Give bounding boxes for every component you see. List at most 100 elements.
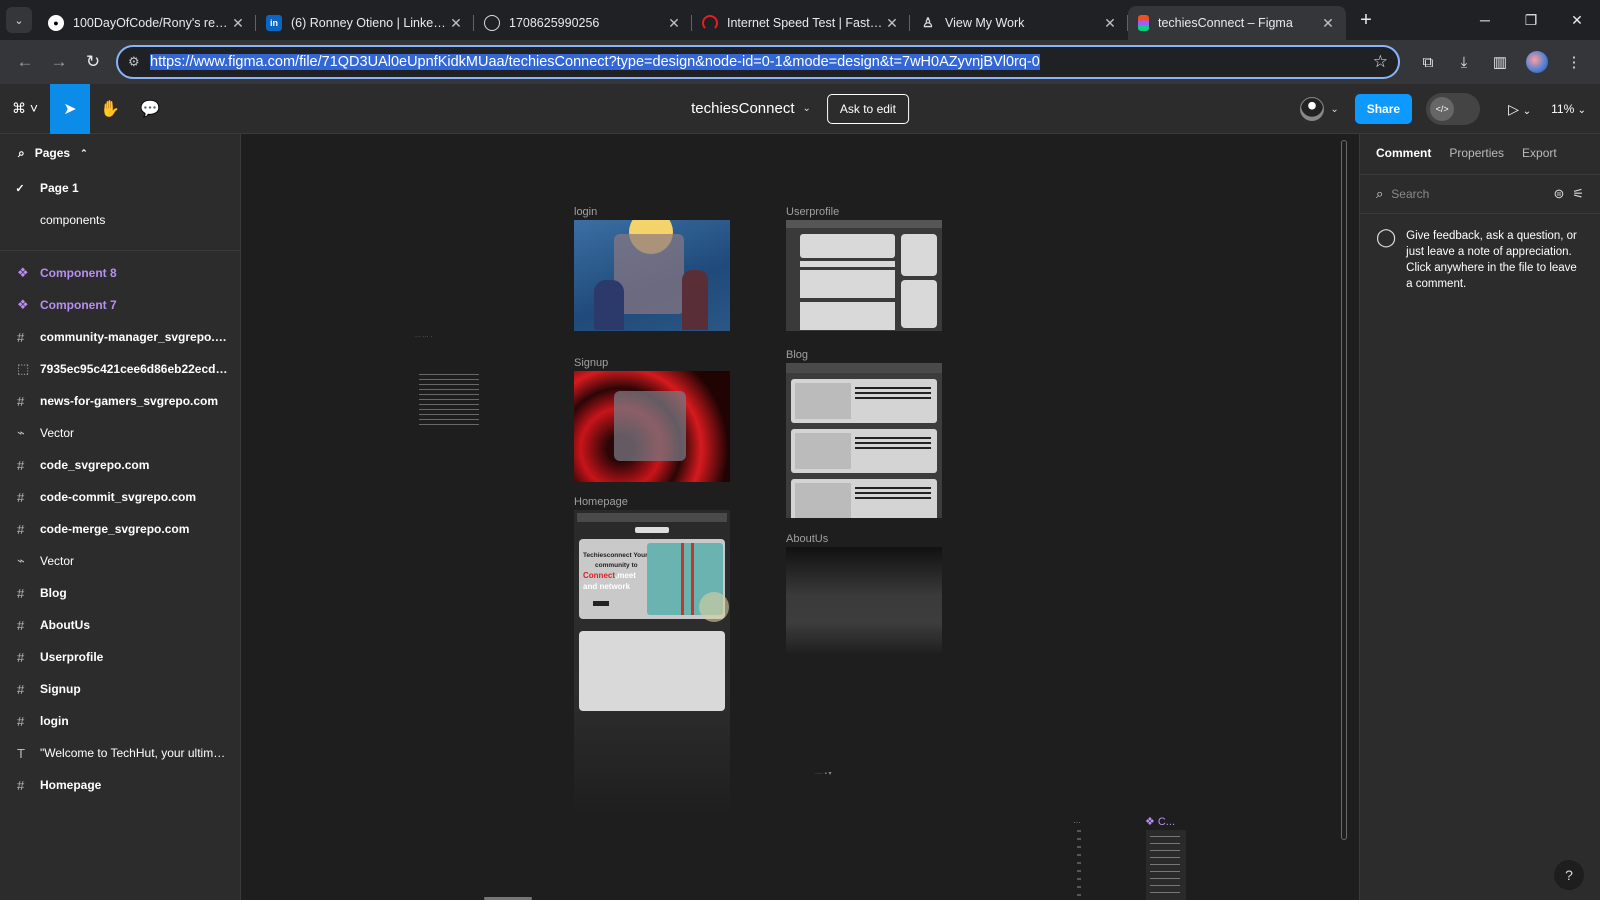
- comment-tool-icon[interactable]: 💬: [130, 84, 170, 134]
- layer-item[interactable]: # Userprofile: [0, 641, 240, 673]
- layer-item[interactable]: # Signup: [0, 673, 240, 705]
- close-icon[interactable]: ✕: [448, 15, 464, 32]
- frame-component[interactable]: [1146, 830, 1186, 900]
- ask-to-edit-button[interactable]: Ask to edit: [826, 93, 909, 124]
- frame-aboutus[interactable]: [786, 547, 942, 655]
- layer-item[interactable]: # code-merge_svgrepo.com: [0, 513, 240, 545]
- settings-sliders-icon[interactable]: ⚟: [1572, 186, 1584, 202]
- chevron-down-icon[interactable]: ⌄: [1330, 104, 1338, 115]
- layer-name: Blog: [40, 586, 67, 600]
- browser-tab-active[interactable]: techiesConnect – Figma ✕: [1128, 6, 1346, 40]
- layer-item[interactable]: # login: [0, 705, 240, 737]
- page-item[interactable]: components: [0, 204, 240, 236]
- close-icon[interactable]: ✕: [1320, 15, 1336, 32]
- layer-item[interactable]: # Homepage: [0, 769, 240, 801]
- close-icon[interactable]: ✕: [230, 15, 246, 32]
- forward-icon[interactable]: →: [42, 45, 76, 79]
- hand-tool-icon[interactable]: ✋: [90, 84, 130, 134]
- frame-icon: #: [17, 489, 25, 505]
- layer-item[interactable]: # community-manager_svgrepo.com: [0, 321, 240, 353]
- frame-blog[interactable]: [786, 363, 942, 518]
- layer-item[interactable]: # code-commit_svgrepo.com: [0, 481, 240, 513]
- figma-main-menu-icon[interactable]: ⌘ ˅: [0, 84, 50, 134]
- extensions-icon[interactable]: ⧉: [1410, 45, 1446, 79]
- back-icon[interactable]: ←: [8, 45, 42, 79]
- dev-mode-toggle[interactable]: </>: [1426, 93, 1481, 125]
- side-panel-icon[interactable]: ▥: [1482, 45, 1518, 79]
- browser-tab[interactable]: 1708625990256 ✕: [474, 6, 692, 40]
- kebab-menu-icon[interactable]: ⋮: [1556, 45, 1592, 79]
- layer-item[interactable]: # news-for-gamers_svgrepo.com: [0, 385, 240, 417]
- layer-item[interactable]: ❖ Component 7: [0, 289, 240, 321]
- filter-icon[interactable]: ⊜: [1553, 186, 1564, 202]
- close-window-icon[interactable]: ✕: [1554, 0, 1600, 40]
- browser-tab[interactable]: ♙ View My Work ✕: [910, 6, 1128, 40]
- bookmark-star-icon[interactable]: ☆: [1373, 52, 1388, 72]
- frame-login[interactable]: [574, 220, 730, 331]
- pages-label: Pages: [34, 146, 71, 160]
- chevron-up-icon[interactable]: ⌃: [80, 148, 88, 159]
- browser-tab[interactable]: ● 100DayOfCode/Rony's restau ✕: [38, 6, 256, 40]
- frame-label-component[interactable]: ❖ C...: [1145, 815, 1175, 828]
- layer-item[interactable]: ⬚ 7935ec95c421cee6d86eb22ecd1...: [0, 353, 240, 385]
- homepage-navbar: [577, 513, 727, 522]
- address-bar[interactable]: ⚙ https://www.figma.com/file/71QD3UAl0eU…: [116, 45, 1400, 79]
- search-placeholder[interactable]: Search: [1391, 187, 1545, 201]
- canvas[interactable]: ··· ··· · login Signup Homepage Techiesc…: [241, 134, 1359, 900]
- frame-label-aboutus[interactable]: AboutUs: [786, 533, 828, 545]
- layer-item[interactable]: # code_svgrepo.com: [0, 449, 240, 481]
- layer-item[interactable]: ⌁ Vector: [0, 417, 240, 449]
- layer-item[interactable]: ⌁ Vector: [0, 545, 240, 577]
- browser-tab[interactable]: Internet Speed Test | Fast.com ✕: [692, 6, 910, 40]
- layer-item[interactable]: # AboutUs: [0, 609, 240, 641]
- restore-icon[interactable]: ❐: [1508, 0, 1554, 40]
- file-name[interactable]: techiesConnect: [691, 100, 794, 117]
- hero-text: Techiesconnect Your community to Connect…: [583, 551, 648, 592]
- figma-toolbar: ⌘ ˅ ➤ ✋ 💬 techiesConnect ⌄ Ask to edit ⌄…: [0, 83, 1600, 134]
- welcome-text-block[interactable]: [419, 374, 479, 426]
- site-info-icon[interactable]: ⚙: [128, 54, 150, 70]
- url-text[interactable]: https://www.figma.com/file/71QD3UAl0eUpn…: [150, 54, 1373, 70]
- frame-homepage[interactable]: Techiesconnect Your community to Connect…: [574, 510, 730, 816]
- close-icon[interactable]: ✕: [1102, 15, 1118, 32]
- frame-label-homepage[interactable]: Homepage: [574, 496, 628, 508]
- page-item[interactable]: ✓ Page 1: [0, 172, 240, 204]
- chevron-down-icon[interactable]: ⌄: [802, 103, 810, 114]
- profile-card: [800, 302, 895, 330]
- close-icon[interactable]: ✕: [666, 15, 682, 32]
- new-tab-button[interactable]: +: [1352, 6, 1380, 34]
- present-play-icon[interactable]: ▷ ⌄: [1508, 101, 1531, 118]
- tab-properties[interactable]: Properties: [1449, 146, 1504, 160]
- frame-label-signup[interactable]: Signup: [574, 357, 608, 369]
- search-icon[interactable]: ⌕: [18, 146, 25, 161]
- vertical-scrollbar[interactable]: [1341, 140, 1347, 840]
- help-button[interactable]: ?: [1554, 860, 1584, 890]
- blog-post-title: [855, 387, 931, 399]
- tab-export[interactable]: Export: [1522, 146, 1557, 160]
- minimize-icon[interactable]: ─: [1462, 0, 1508, 40]
- close-icon[interactable]: ✕: [884, 15, 900, 32]
- layer-item[interactable]: # Blog: [0, 577, 240, 609]
- move-tool-icon[interactable]: ➤: [50, 83, 90, 134]
- layer-item[interactable]: ❖ Component 8: [0, 257, 240, 289]
- frame-label-blog[interactable]: Blog: [786, 349, 808, 361]
- zoom-level[interactable]: 11% ⌄: [1551, 102, 1586, 116]
- download-icon[interactable]: ⤓: [1446, 45, 1482, 79]
- browser-tab[interactable]: in (6) Ronney Otieno | LinkedIn ✕: [256, 6, 474, 40]
- tab-title: (6) Ronney Otieno | LinkedIn: [291, 16, 448, 30]
- share-button[interactable]: Share: [1354, 94, 1413, 124]
- frame-signup[interactable]: [574, 371, 730, 482]
- frame-label-userprofile[interactable]: Userprofile: [786, 206, 839, 218]
- tab-comment[interactable]: Comment: [1376, 146, 1431, 160]
- profile-avatar[interactable]: [1526, 51, 1548, 73]
- comment-search[interactable]: ⌕ Search ⊜ ⚟: [1360, 174, 1600, 214]
- layer-item[interactable]: T "Welcome to TechHut, your ultimat...: [0, 737, 240, 769]
- person-icon: ♙: [922, 15, 934, 30]
- frame-label-login[interactable]: login: [574, 206, 597, 218]
- user-avatar[interactable]: [1300, 97, 1325, 121]
- pages-header[interactable]: ⌕ Pages ⌃: [0, 134, 240, 172]
- canvas-strip: [1077, 830, 1081, 900]
- frame-userprofile[interactable]: [786, 220, 942, 331]
- tab-search-button[interactable]: ⌄: [6, 7, 32, 33]
- reload-icon[interactable]: ↻: [76, 45, 110, 79]
